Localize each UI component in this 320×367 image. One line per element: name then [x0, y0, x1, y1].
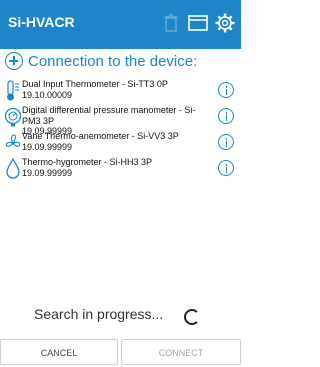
device-item-anemometer[interactable]: Vane Thermo-anemometer - Si-VV3 3P 19.09…	[0, 130, 241, 156]
device-name: Thermo-hygrometer - Si-HH3 3P	[22, 157, 153, 167]
spinner-icon	[184, 309, 200, 325]
device-version: 19.09.99999	[22, 167, 73, 178]
drop-icon	[6, 158, 20, 179]
connection-header: Connection to the device:	[0, 49, 241, 75]
device-item-hygrometer[interactable]: Thermo-hygrometer - Si-HH3 3P 19.09.9999…	[0, 156, 241, 182]
add-circle-icon[interactable]	[5, 52, 23, 70]
window-icon[interactable]	[188, 15, 208, 31]
info-icon[interactable]	[218, 82, 234, 98]
connection-title: Connection to the device:	[28, 53, 198, 70]
connect-button[interactable]: CONNECT	[121, 339, 241, 365]
device-list: Dual Input Thermometer - Si-TT3 0P 19.10…	[0, 78, 241, 182]
app-title: Si-HVACR	[8, 14, 75, 30]
gear-icon[interactable]	[215, 13, 235, 33]
device-name: Vane Thermo-anemometer - Si-VV3 3P	[22, 131, 179, 141]
device-version: 19.09.99999	[22, 141, 73, 152]
device-item-manometer[interactable]: Digital differential pressure manometer …	[0, 104, 241, 136]
cancel-button[interactable]: CANCEL	[0, 339, 118, 365]
device-name: Digital differential pressure manometer …	[22, 105, 196, 126]
device-item-thermometer[interactable]: Dual Input Thermometer - Si-TT3 0P 19.10…	[0, 78, 241, 104]
device-version: 19.10.00009	[22, 89, 73, 100]
info-icon[interactable]	[218, 160, 234, 176]
info-icon[interactable]	[218, 108, 234, 124]
manometer-icon	[4, 107, 22, 127]
device-name: Dual Input Thermometer - Si-TT3 0P	[22, 79, 168, 89]
search-status: Search in progress...	[34, 306, 164, 322]
fan-icon	[5, 134, 21, 147]
app-bar: Si-HVACR	[0, 0, 241, 49]
trash-icon[interactable]	[164, 14, 178, 32]
thermometer-icon	[7, 80, 19, 101]
info-icon[interactable]	[218, 134, 234, 150]
